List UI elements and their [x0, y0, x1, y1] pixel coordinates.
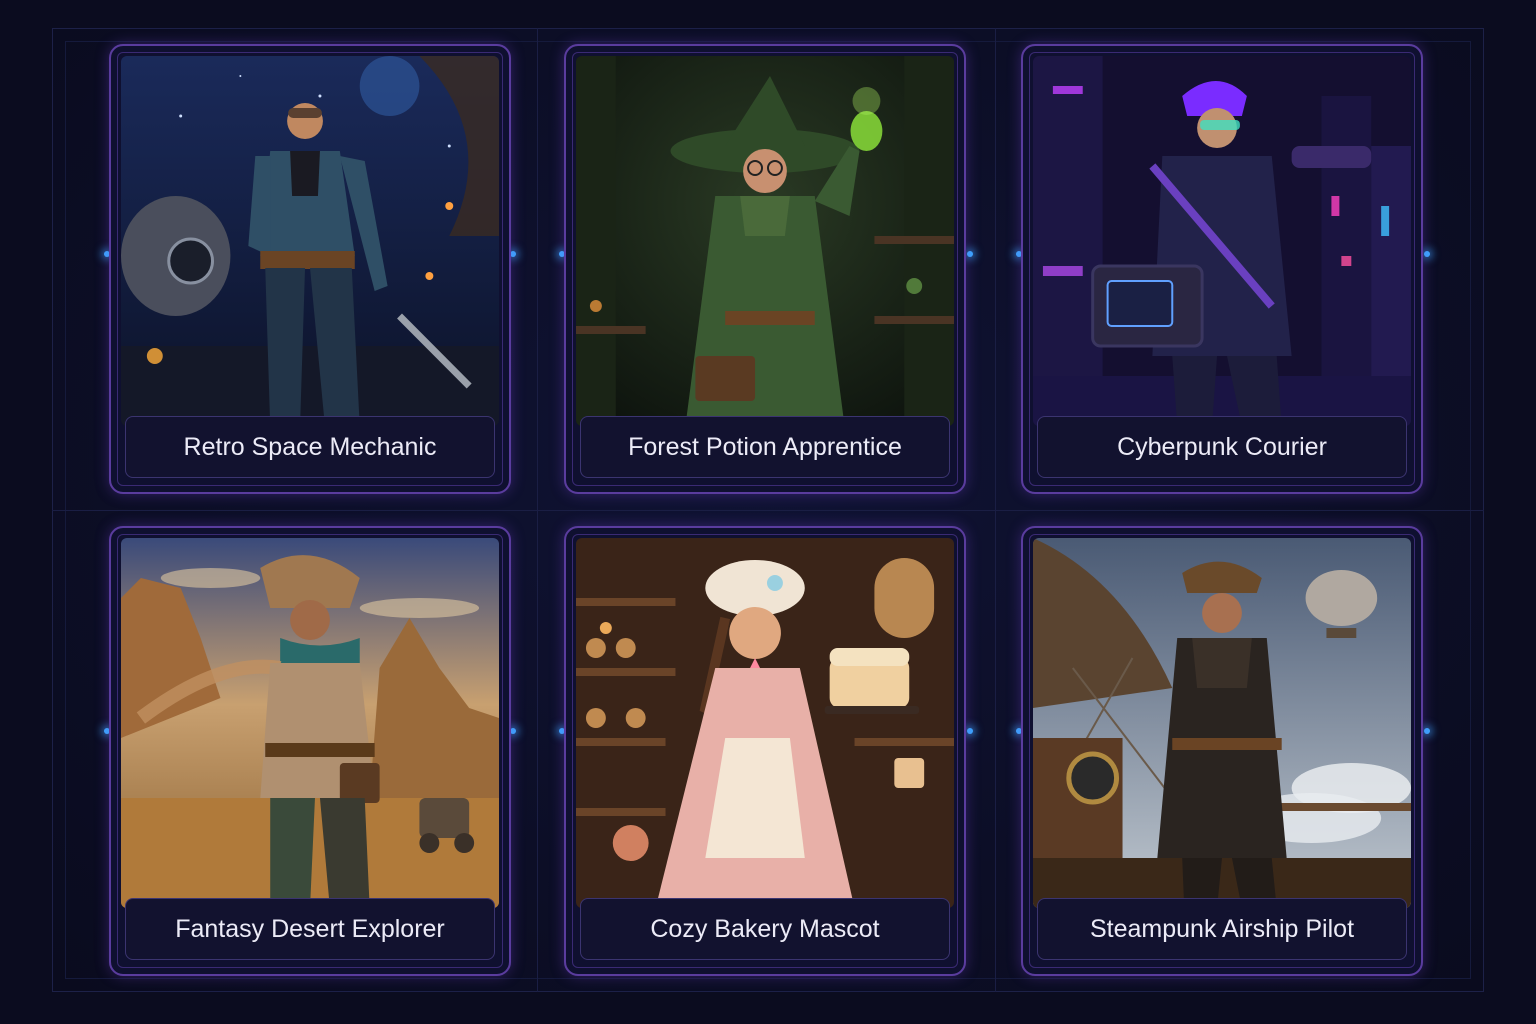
character-artwork [1033, 538, 1411, 908]
row-divider [52, 510, 1484, 511]
character-card-cyberpunk-courier[interactable]: Cyberpunk Courier [1021, 44, 1423, 494]
card-title: Cozy Bakery Mascot [580, 898, 950, 960]
card-title: Steampunk Airship Pilot [1037, 898, 1407, 960]
character-card-retro-space-mechanic[interactable]: Retro Space Mechanic [109, 44, 511, 494]
card-title: Cyberpunk Courier [1037, 416, 1407, 478]
character-artwork [576, 56, 954, 426]
character-artwork [121, 538, 499, 908]
card-title: Fantasy Desert Explorer [125, 898, 495, 960]
card-title: Retro Space Mechanic [125, 416, 495, 478]
character-card-cozy-bakery-mascot[interactable]: Cozy Bakery Mascot [564, 526, 966, 976]
character-artwork [121, 56, 499, 426]
card-title: Forest Potion Apprentice [580, 416, 950, 478]
character-card-forest-potion-apprentice[interactable]: Forest Potion Apprentice [564, 44, 966, 494]
character-card-steampunk-airship-pilot[interactable]: Steampunk Airship Pilot [1021, 526, 1423, 976]
connector-dot [967, 251, 973, 257]
character-card-fantasy-desert-explorer[interactable]: Fantasy Desert Explorer [109, 526, 511, 976]
character-artwork [1033, 56, 1411, 426]
character-artwork [576, 538, 954, 908]
connector-dot [1424, 728, 1430, 734]
connector-dot [1424, 251, 1430, 257]
connector-dot [967, 728, 973, 734]
